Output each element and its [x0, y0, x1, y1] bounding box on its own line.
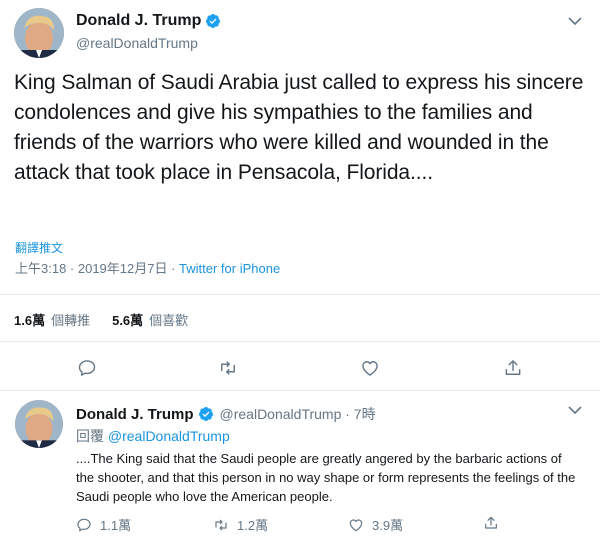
tweet-source-link[interactable]: Twitter for iPhone [179, 261, 280, 276]
like-count: 5.6萬 [112, 313, 144, 328]
reply-prefix: 回覆 [76, 428, 108, 444]
verified-badge-icon [206, 14, 221, 28]
like-label: 個喜歡 [149, 313, 189, 328]
retweet-stat[interactable]: 1.6萬 個轉推 [14, 310, 90, 329]
tweet-text: King Salman of Saudi Arabia just called … [14, 71, 584, 184]
meta-separator: · [167, 261, 180, 276]
tweet-metadata: 上午3:18 · 2019年12月7日 · Twitter for iPhone [15, 258, 280, 277]
author-display-name[interactable]: Donald J. Trump [76, 12, 201, 30]
retweet-icon [215, 519, 227, 530]
share-icon [505, 360, 521, 375]
like-button[interactable] [359, 357, 381, 379]
heart-icon [362, 361, 378, 376]
reply-reply-button[interactable]: 1.1萬 [76, 515, 131, 534]
reply-mention-link[interactable]: @realDonaldTrump [108, 428, 230, 444]
tweet-timestamp[interactable]: 上午3:18 · 2019年12月7日 [15, 261, 167, 276]
reply-author-row: Donald J. Trump @realDonaldTrump · 7時 [76, 404, 376, 424]
reply-like-button[interactable]: 3.9萬 [348, 515, 403, 534]
chevron-down-icon[interactable] [568, 405, 582, 415]
reply-reply-count: 1.1萬 [100, 518, 132, 533]
verified-badge-icon [198, 407, 213, 421]
reply-author-display-name[interactable]: Donald J. Trump [76, 406, 194, 423]
reply-handle-time[interactable]: @realDonaldTrump · 7時 [220, 404, 376, 424]
engagement-stats: 1.6萬 個轉推 5.6萬 個喜歡 [14, 310, 210, 329]
retweet-icon [221, 361, 235, 375]
divider [0, 341, 600, 342]
reply-retweet-button[interactable]: 1.2萬 [213, 515, 268, 534]
replying-to: 回覆 @realDonaldTrump [76, 426, 230, 446]
reply-tweet-text: ....The King said that the Saudi people … [76, 451, 576, 504]
avatar[interactable] [14, 8, 64, 58]
reply-button[interactable] [76, 357, 98, 379]
author-handle[interactable]: @realDonaldTrump [76, 35, 198, 51]
reply-like-count: 3.9萬 [372, 518, 404, 533]
main-tweet: Donald J. Trump @realDonaldTrump King Sa… [0, 0, 600, 390]
avatar-portrait-icon [14, 8, 64, 58]
reply-share-button[interactable] [483, 515, 507, 531]
divider [0, 294, 600, 295]
reply-avatar[interactable] [15, 400, 63, 448]
reply-icon [77, 518, 91, 531]
heart-icon [349, 518, 363, 531]
author-name-row: Donald J. Trump [76, 12, 221, 30]
like-stat[interactable]: 5.6萬 個喜歡 [112, 310, 188, 329]
avatar-portrait-icon [15, 400, 63, 448]
reply-retweet-count: 1.2萬 [237, 518, 269, 533]
chevron-down-icon[interactable] [568, 16, 582, 26]
retweet-label: 個轉推 [51, 313, 91, 328]
reply-icon [78, 360, 96, 376]
translate-tweet-link[interactable]: 翻譯推文 [15, 239, 63, 256]
retweet-button[interactable] [217, 357, 239, 379]
share-icon [485, 516, 497, 529]
share-button[interactable] [502, 357, 524, 379]
retweet-count: 1.6萬 [14, 313, 46, 328]
tweet-separator [0, 390, 600, 391]
